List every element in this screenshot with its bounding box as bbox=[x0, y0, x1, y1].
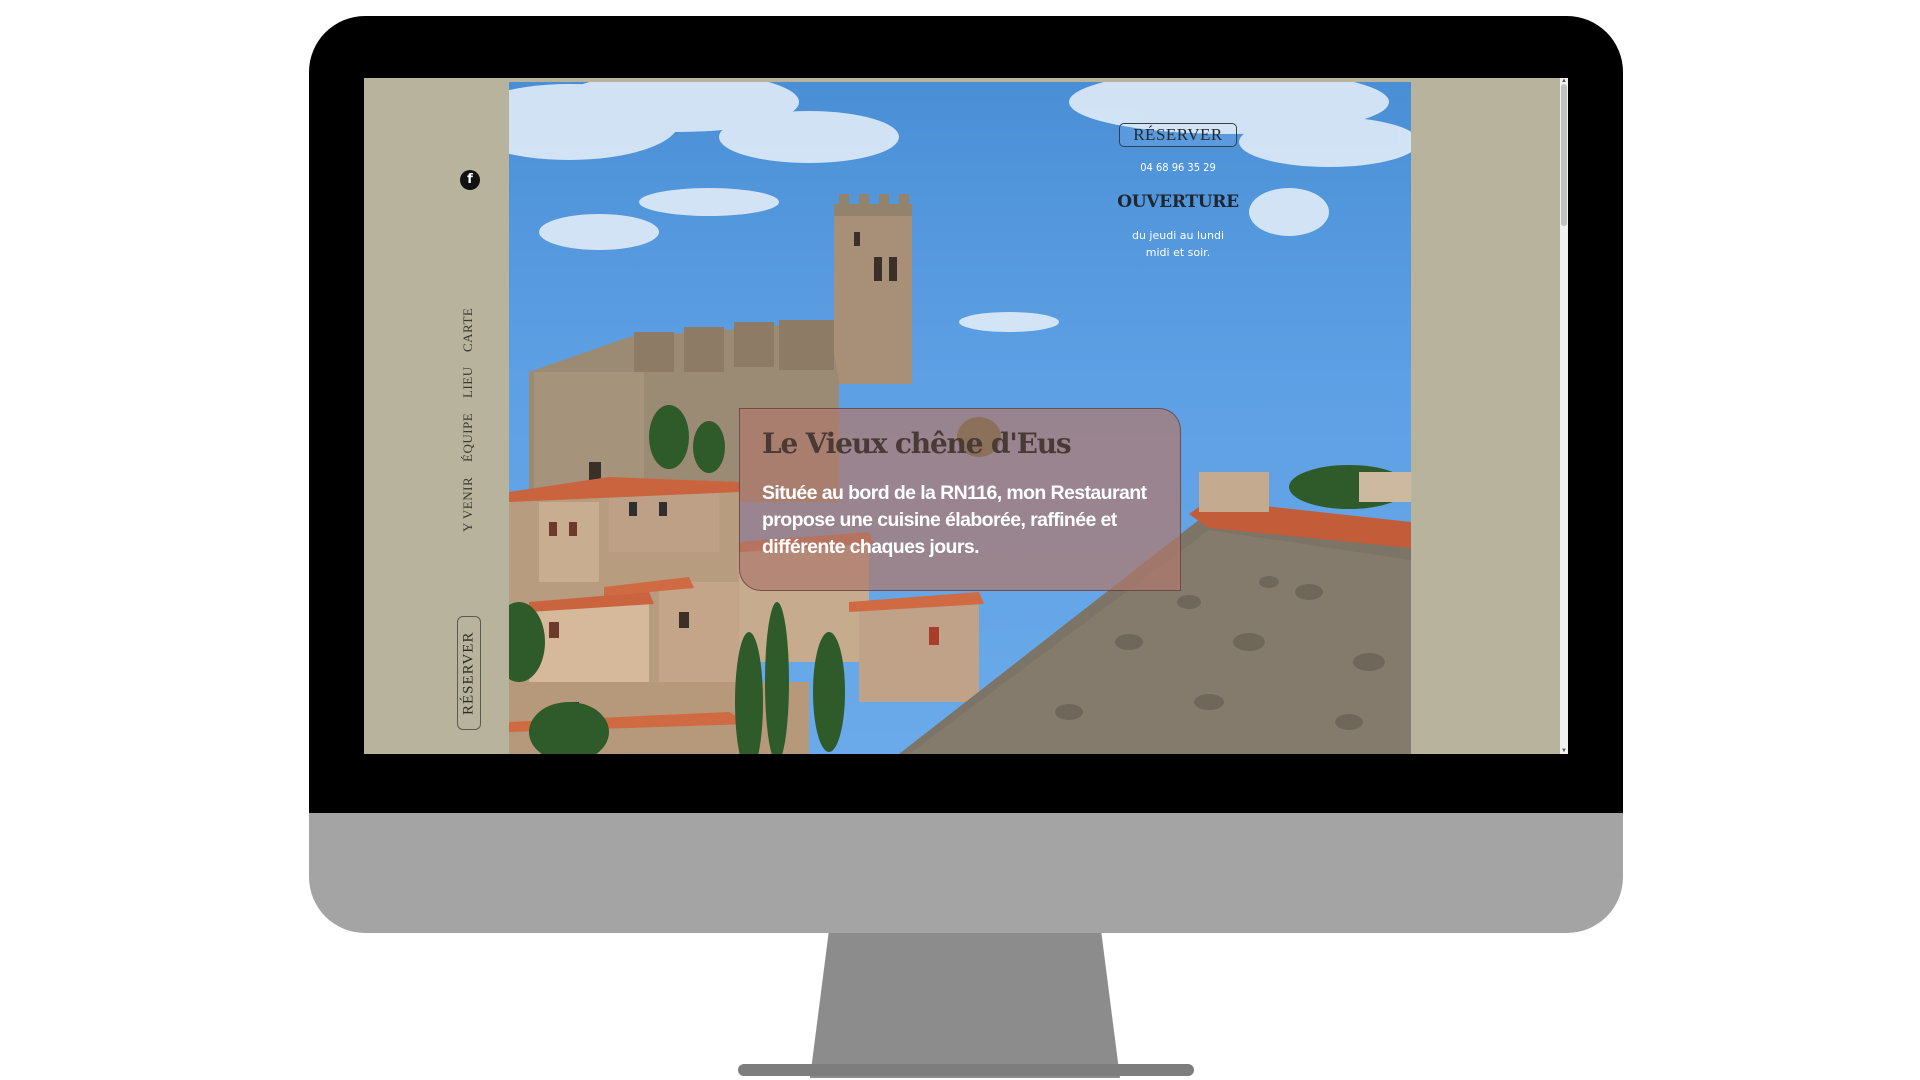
intro-card: Le Vieux chêne d'Eus Située au bord de l… bbox=[739, 408, 1181, 591]
nav-item-carte[interactable]: CARTE bbox=[458, 306, 478, 354]
monitor-stand bbox=[810, 933, 1120, 1078]
restaurant-description: Située au bord de la RN116, mon Restaura… bbox=[762, 482, 1147, 558]
page-scrollbar[interactable]: ▲ ▼ bbox=[1560, 78, 1568, 754]
monitor-chin bbox=[309, 813, 1623, 933]
scroll-down-arrow-icon[interactable]: ▼ bbox=[1560, 748, 1568, 754]
website-screen: f CARTE LIEU ÉQUIPE Y VENIR RÉSERVER RÉS… bbox=[364, 78, 1568, 754]
restaurant-title: Le Vieux chêne d'Eus bbox=[762, 427, 1072, 460]
facebook-icon[interactable]: f bbox=[460, 170, 480, 190]
nav-item-equipe[interactable]: ÉQUIPE bbox=[458, 410, 478, 464]
nav-item-lieu[interactable]: LIEU bbox=[458, 362, 478, 402]
hero-image: RÉSERVER 04 68 96 35 29 OUVERTURE du jeu… bbox=[509, 82, 1411, 754]
opening-hours-title: OUVERTURE bbox=[1117, 192, 1239, 212]
opening-hours-times: midi et soir. bbox=[1145, 246, 1211, 259]
scroll-thumb[interactable] bbox=[1561, 84, 1567, 226]
monitor-foot bbox=[738, 1064, 1194, 1076]
side-nav: CARTE LIEU ÉQUIPE Y VENIR bbox=[458, 306, 478, 612]
header-reserve-button[interactable]: RÉSERVER bbox=[1119, 123, 1237, 147]
opening-hours-days: du jeudi au lundi bbox=[1131, 229, 1225, 242]
phone-number[interactable]: 04 68 96 35 29 bbox=[1119, 161, 1237, 174]
side-reserve-button[interactable]: RÉSERVER bbox=[457, 616, 481, 730]
nav-item-y-venir[interactable]: Y VENIR bbox=[458, 474, 478, 534]
